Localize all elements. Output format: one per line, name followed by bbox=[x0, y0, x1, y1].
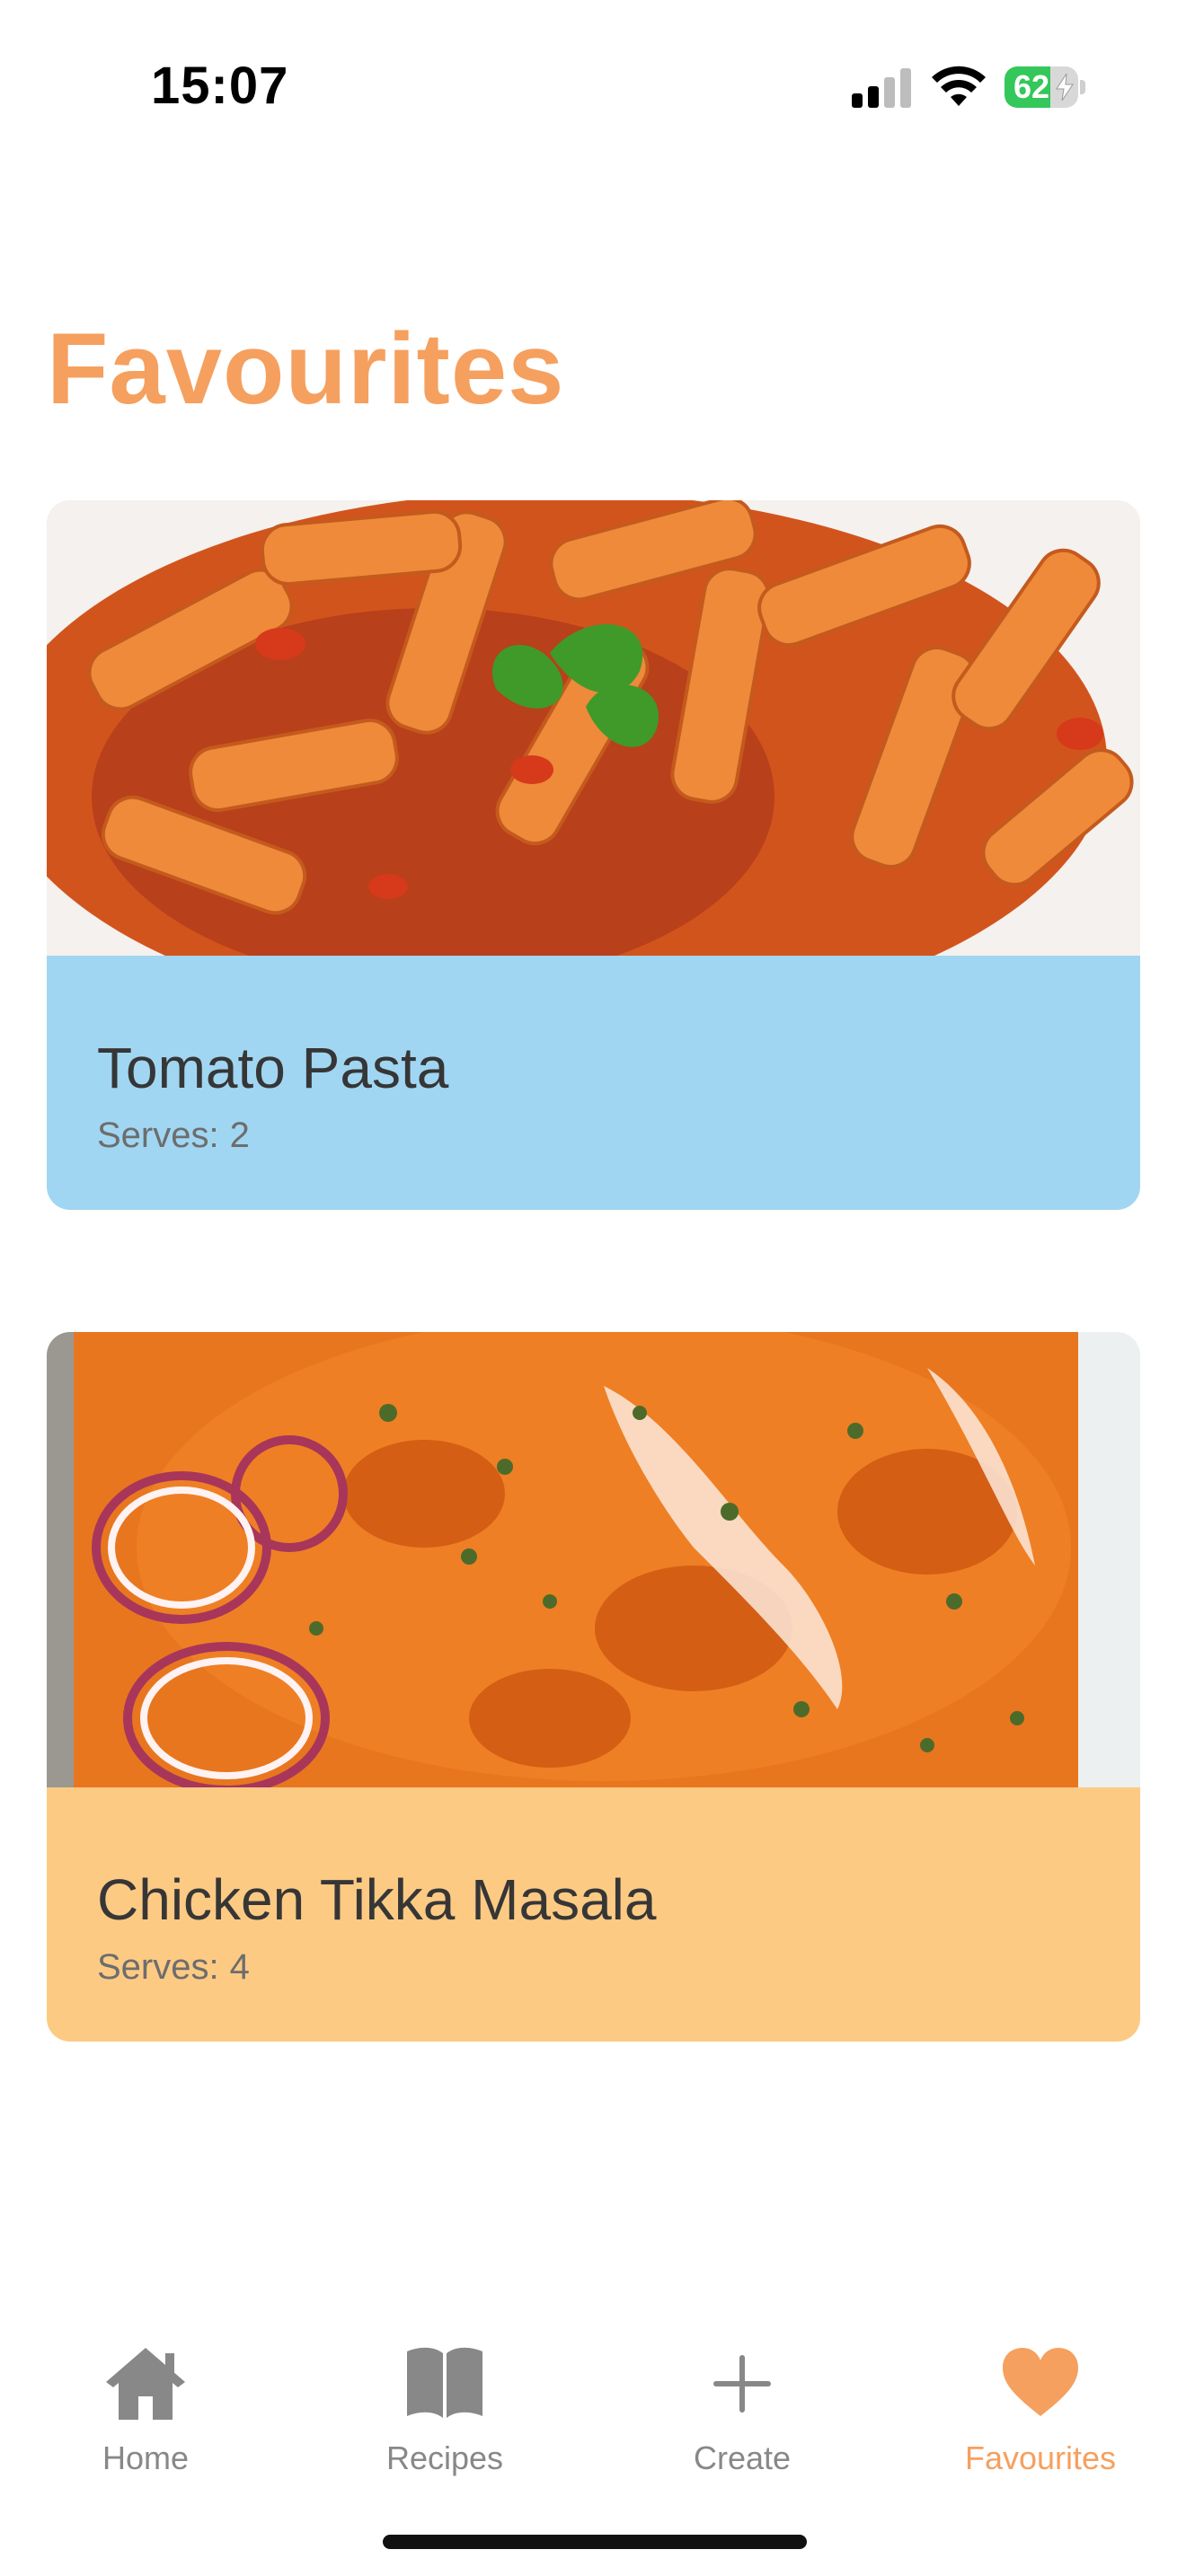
recipe-name: Tomato Pasta bbox=[97, 1036, 449, 1100]
book-icon bbox=[407, 2347, 482, 2418]
recipe-card-info: Chicken Tikka Masala Serves: 4 bbox=[47, 1787, 1140, 2042]
page-title: Favourites bbox=[47, 313, 565, 425]
cellular-signal-icon bbox=[852, 68, 911, 108]
tab-label: Home bbox=[102, 2439, 190, 2476]
recipe-card-tomato-pasta[interactable]: Tomato Pasta Serves: 2 bbox=[47, 500, 1140, 1210]
wifi-icon bbox=[932, 66, 986, 106]
recipe-serves: Serves: 4 bbox=[97, 1947, 250, 1987]
chicken-tikka-masala-photo bbox=[47, 1332, 1140, 1787]
battery-level-text: 62 bbox=[1013, 68, 1050, 105]
tab-favourites[interactable]: Favourites bbox=[924, 2344, 1157, 2479]
tab-create[interactable]: Create bbox=[625, 2344, 859, 2479]
recipe-card-info: Tomato Pasta Serves: 2 bbox=[47, 956, 1140, 1210]
tab-label: Create bbox=[693, 2439, 792, 2476]
tab-label: Recipes bbox=[385, 2439, 504, 2476]
plus-icon bbox=[713, 2355, 771, 2413]
recipe-card-chicken-tikka-masala[interactable]: Chicken Tikka Masala Serves: 4 bbox=[47, 1332, 1140, 2042]
home-icon bbox=[106, 2348, 185, 2420]
tomato-penne-pasta-photo bbox=[47, 500, 1140, 956]
recipe-serves: Serves: 2 bbox=[97, 1116, 250, 1155]
tab-home[interactable]: Home bbox=[29, 2344, 262, 2479]
status-time: 15:07 bbox=[151, 57, 289, 115]
recipe-name: Chicken Tikka Masala bbox=[97, 1867, 657, 1932]
battery-icon: 62 bbox=[1005, 66, 1087, 108]
tab-label: Favourites bbox=[964, 2439, 1117, 2476]
heart-icon bbox=[1003, 2348, 1078, 2416]
tab-recipes[interactable]: Recipes bbox=[328, 2344, 562, 2479]
charging-bolt-icon bbox=[1056, 74, 1074, 101]
home-indicator[interactable] bbox=[383, 2535, 807, 2549]
